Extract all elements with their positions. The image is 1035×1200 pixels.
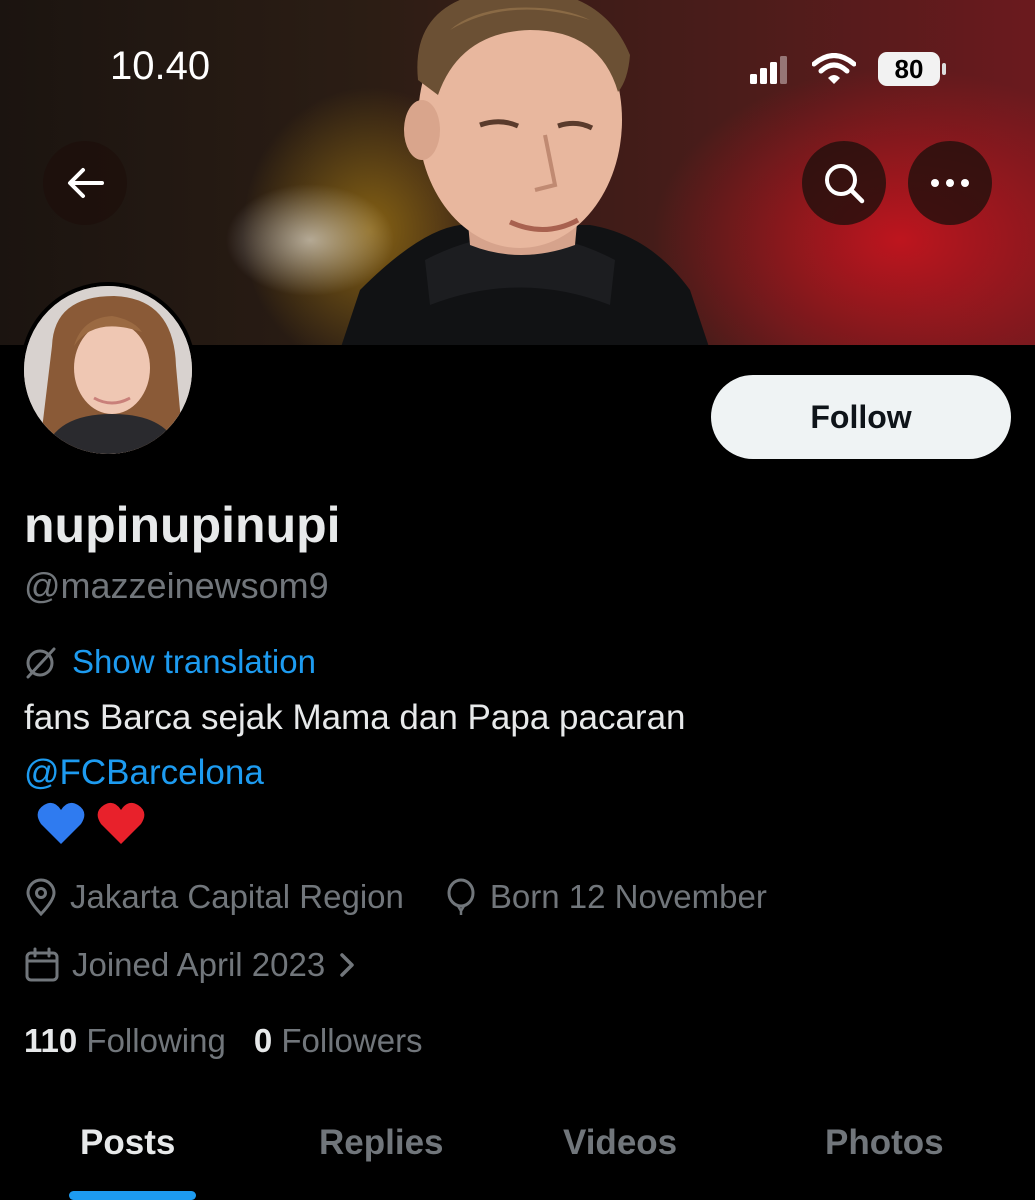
- location-pin-icon: [26, 878, 56, 916]
- battery-indicator: 80: [878, 52, 946, 86]
- translate-row[interactable]: Show translation: [24, 643, 316, 681]
- back-button[interactable]: [43, 141, 127, 225]
- avatar-photo: [24, 286, 192, 454]
- red-heart-icon: [97, 802, 145, 844]
- followers-count: 0: [253, 1022, 273, 1059]
- translate-globe-icon: [26, 647, 56, 679]
- followers-stat[interactable]: 0 Followers: [254, 1022, 423, 1060]
- more-options-button[interactable]: [908, 141, 992, 225]
- following-label: Following: [86, 1022, 226, 1059]
- balloon-icon: [447, 878, 475, 915]
- joined-text: Joined April 2023: [72, 946, 326, 983]
- location: Jakarta Capital Region: [24, 878, 404, 916]
- blue-heart-icon: [37, 802, 85, 844]
- profile-avatar[interactable]: [20, 282, 196, 458]
- tab-photos[interactable]: Photos: [825, 1123, 944, 1163]
- search-icon: [825, 164, 865, 204]
- display-name: nupinupinupi: [24, 497, 341, 553]
- active-tab-indicator: [69, 1191, 196, 1200]
- calendar-icon: [25, 947, 59, 982]
- search-button[interactable]: [802, 141, 886, 225]
- joined-date[interactable]: Joined April 2023: [24, 946, 357, 984]
- profile-meta-row: Jakarta Capital Region Born 12 November: [24, 878, 767, 916]
- show-translation-link[interactable]: Show translation: [72, 643, 316, 681]
- birthday-text: Born 12 November: [489, 878, 767, 915]
- tab-posts[interactable]: Posts: [80, 1123, 175, 1163]
- more-icon: [931, 179, 969, 187]
- wifi-icon: [812, 53, 856, 84]
- location-text: Jakarta Capital Region: [70, 878, 404, 915]
- tab-videos[interactable]: Videos: [563, 1123, 677, 1163]
- followers-label: Followers: [281, 1022, 423, 1059]
- chevron-right-icon: [340, 953, 354, 977]
- birthday: Born 12 November: [444, 878, 767, 916]
- joined-row[interactable]: Joined April 2023: [24, 946, 357, 984]
- profile-tabs: Posts Replies Videos Photos: [0, 1105, 1035, 1200]
- bio-emoji: [36, 800, 146, 846]
- following-stat[interactable]: 110 Following: [24, 1022, 226, 1060]
- following-count: 110: [24, 1022, 78, 1059]
- tab-replies[interactable]: Replies: [319, 1123, 444, 1163]
- status-time: 10.40: [110, 44, 211, 88]
- follow-stats: 110 Following 0 Followers: [24, 1022, 423, 1060]
- status-icons: 80: [750, 48, 946, 90]
- bio-text: fans Barca sejak Mama dan Papa pacaran: [24, 698, 686, 737]
- bio-mention-link[interactable]: @FCBarcelona: [24, 753, 264, 793]
- user-handle: @mazzeinewsom9: [24, 565, 329, 606]
- back-arrow-icon: [68, 168, 104, 198]
- profile-banner[interactable]: 10.40 80: [0, 0, 1035, 345]
- cellular-signal-icon: [750, 56, 787, 84]
- banner-photo: [341, 0, 709, 345]
- follow-button[interactable]: Follow: [711, 375, 1011, 459]
